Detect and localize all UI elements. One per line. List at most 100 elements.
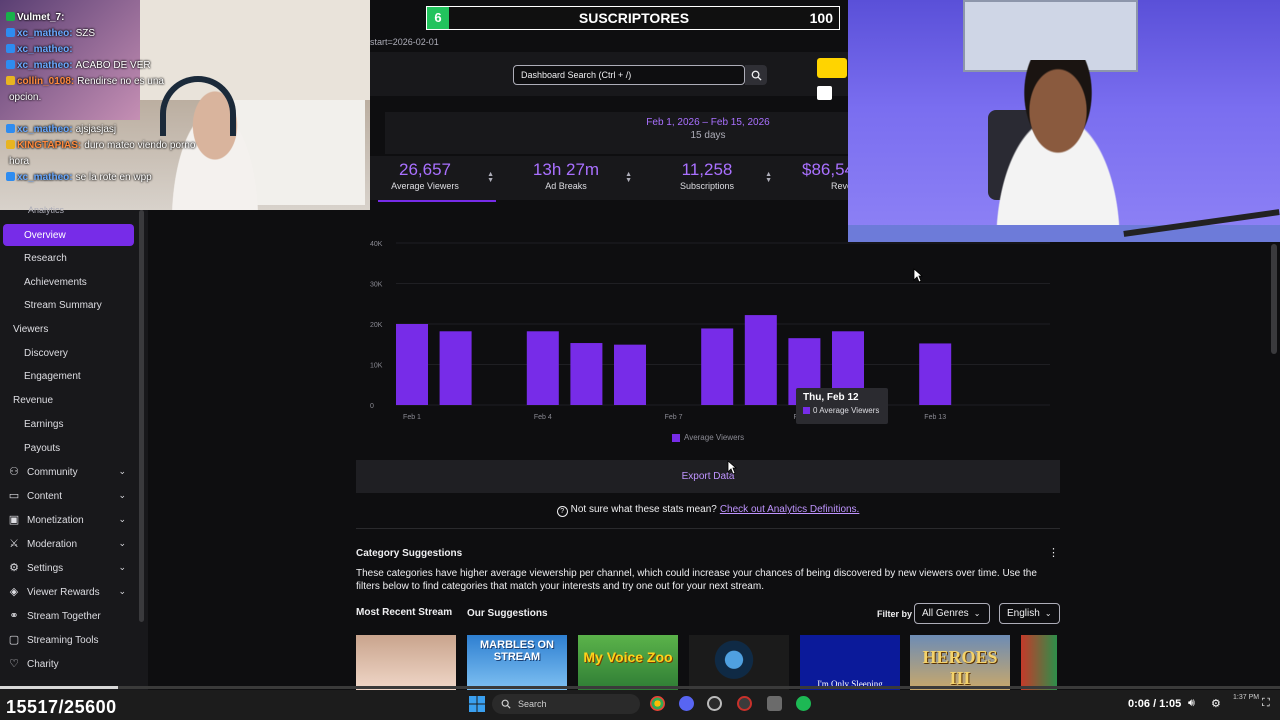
- chat-badge-icon: [6, 76, 15, 85]
- sidebar-item-stream-together[interactable]: ⚭ Stream Together: [0, 605, 140, 627]
- sidebar-item-charity[interactable]: ♡ Charity: [0, 653, 140, 675]
- help-line: ? Not sure what these stats mean? Check ou…: [356, 504, 1060, 517]
- video-progress-track[interactable]: [0, 686, 1280, 689]
- sidebar-scrollbar[interactable]: [139, 210, 144, 622]
- sidebar-item-settings[interactable]: ⚙ Settings ⌄: [0, 557, 140, 579]
- search-button[interactable]: [745, 65, 767, 85]
- reward-icon: ◈: [9, 586, 19, 598]
- category-thumbnail[interactable]: HEROES III: [910, 635, 1010, 690]
- chrome-icon[interactable]: [650, 696, 665, 711]
- sidebar-item-streaming-tools[interactable]: ▢ Streaming Tools: [0, 629, 140, 651]
- chart-bar[interactable]: [701, 328, 734, 405]
- genre-dropdown[interactable]: All Genres ⌄: [914, 603, 990, 624]
- gear-icon[interactable]: ⚙: [1211, 697, 1221, 710]
- language-dropdown[interactable]: English ⌄: [999, 603, 1060, 624]
- people-icon: ⚇: [9, 466, 19, 478]
- taskbar-search[interactable]: Search: [492, 694, 640, 714]
- category-thumbnail[interactable]: [689, 635, 789, 690]
- sidebar-item-viewer-rewards[interactable]: ◈ Viewer Rewards ⌄: [0, 581, 140, 603]
- chat-badge-icon: [6, 124, 15, 133]
- export-data-button[interactable]: Export Data: [356, 460, 1060, 493]
- chat-message: [6, 106, 246, 122]
- sidebar-item-content[interactable]: ▭ Content ⌄: [0, 485, 140, 507]
- chevron-down-icon: ⌄: [118, 490, 126, 500]
- thumbnail-title: My Voice Zoo: [583, 649, 673, 665]
- metric-subscriptions[interactable]: 11,258 Subscriptions ▲ ▼: [674, 160, 772, 198]
- sidebar-item-stream-summary[interactable]: Stream Summary: [0, 294, 140, 316]
- chart-bar[interactable]: [396, 324, 428, 405]
- sidebar-item-community[interactable]: ⚇ Community ⌄: [0, 461, 140, 483]
- obs-icon[interactable]: [737, 696, 752, 711]
- page-scrollbar[interactable]: [1271, 244, 1277, 354]
- chart-bar[interactable]: [614, 344, 646, 405]
- chat-message: xc_matheo:: [6, 42, 246, 58]
- sidebar-item-label: Viewer Rewards: [27, 586, 100, 598]
- date-range[interactable]: Feb 1, 2026 – Feb 15, 2026: [600, 117, 816, 128]
- chat-username: xc_matheo:: [17, 60, 73, 71]
- sidebar-item-earnings[interactable]: Earnings: [0, 413, 140, 435]
- category-thumbnail[interactable]: [356, 635, 456, 690]
- content-icon: ▭: [8, 490, 20, 502]
- chart-legend[interactable]: Average Viewers: [672, 433, 744, 442]
- dashboard-search-input[interactable]: Dashboard Search (Ctrl + /): [513, 65, 745, 85]
- chevron-down-icon: ⌄: [1044, 609, 1052, 618]
- metric-average-viewers[interactable]: 26,657 Average Viewers ▲ ▼: [378, 160, 496, 202]
- chat-overlay: Vulmet_7: xc_matheo: SZS xc_matheo: xc_mathe…: [6, 10, 246, 186]
- sidebar-item-label: Content: [27, 490, 63, 502]
- sidebar-item-engagement[interactable]: Engagement: [0, 365, 140, 387]
- fullscreen-icon[interactable]: ⛶: [1262, 697, 1270, 710]
- volume-icon[interactable]: 🔊︎: [1188, 697, 1195, 710]
- analytics-definitions-link[interactable]: Check out Analytics Definitions.: [720, 504, 860, 515]
- discord-icon[interactable]: [679, 696, 694, 711]
- chart-bar[interactable]: [744, 315, 777, 405]
- sidebar-item-label: Revenue: [13, 394, 54, 406]
- sidebar-item-overview[interactable]: Overview: [3, 224, 134, 246]
- metric-label: Subscriptions: [679, 181, 735, 191]
- chevron-down-icon: ⌄: [118, 538, 126, 548]
- metric-ad-breaks[interactable]: 13h 27m Ad Breaks ▲ ▼: [526, 160, 632, 198]
- sidebar-item-viewers[interactable]: Viewers: [0, 318, 140, 340]
- chat-username: KINGTAPIAS:: [17, 140, 82, 151]
- category-thumbnail[interactable]: My Voice Zoo: [578, 635, 678, 690]
- metric-value: 11,258: [681, 160, 733, 179]
- sidebar-item-monetization[interactable]: ▣ Monetization ⌄: [0, 509, 140, 531]
- windows-start-icon[interactable]: [469, 696, 485, 712]
- tab-most-recent-stream[interactable]: Most Recent Stream: [356, 607, 452, 618]
- sidebar-item-research[interactable]: Research: [0, 247, 140, 269]
- sidebar-item-discovery[interactable]: Discovery: [0, 342, 140, 364]
- chart-tooltip: Thu, Feb 12 0 Average Viewers: [796, 388, 888, 424]
- chat-badge-icon: [6, 12, 15, 21]
- more-options-icon[interactable]: ⋮: [1048, 546, 1059, 559]
- chevron-down-icon: ⌄: [118, 514, 126, 524]
- x-tick-label: Feb 7: [665, 414, 683, 421]
- stream-alert-icons: [815, 55, 847, 107]
- chat-username: Vulmet_7:: [17, 12, 65, 23]
- genre-value: All Genres: [922, 608, 969, 619]
- sidebar-item-moderation[interactable]: ⚔ Moderation ⌄: [0, 533, 140, 555]
- chart-bar[interactable]: [439, 331, 472, 405]
- search-icon: [501, 699, 511, 709]
- chart-bar[interactable]: [919, 343, 952, 405]
- chat-badge-icon: [6, 28, 15, 37]
- tab-our-suggestions[interactable]: Our Suggestions: [467, 608, 548, 619]
- chart-bar[interactable]: [526, 331, 559, 405]
- category-thumbnail[interactable]: I'm Only Sleeping: [800, 635, 900, 690]
- category-thumbnail[interactable]: MARBLES ON STREAM: [467, 635, 567, 690]
- sidebar-item-payouts[interactable]: Payouts: [0, 437, 140, 459]
- sidebar-item-achievements[interactable]: Achievements: [0, 271, 140, 293]
- sidebar-item-revenue[interactable]: Revenue: [0, 389, 140, 411]
- subscriber-goal-target: 100: [809, 10, 833, 26]
- sidebar-item-label: Moderation: [27, 538, 78, 550]
- spotify-icon[interactable]: [796, 696, 811, 711]
- folder-icon[interactable]: [767, 696, 782, 711]
- metric-label: Reve: [830, 181, 852, 191]
- chart-bar[interactable]: [570, 343, 603, 405]
- metric-selected-underline: [378, 200, 496, 202]
- metric-revenue[interactable]: $86,54 Reve: [802, 160, 852, 198]
- chat-text: duro mateo viendo porno: [84, 140, 196, 151]
- chat-message: xc_matheo: SZS: [6, 26, 246, 42]
- chat-message: hora: [6, 154, 246, 170]
- sidebar-section-analytics: Analytics: [28, 205, 65, 215]
- category-thumbnail[interactable]: [1021, 635, 1057, 690]
- app-icon[interactable]: [707, 696, 722, 711]
